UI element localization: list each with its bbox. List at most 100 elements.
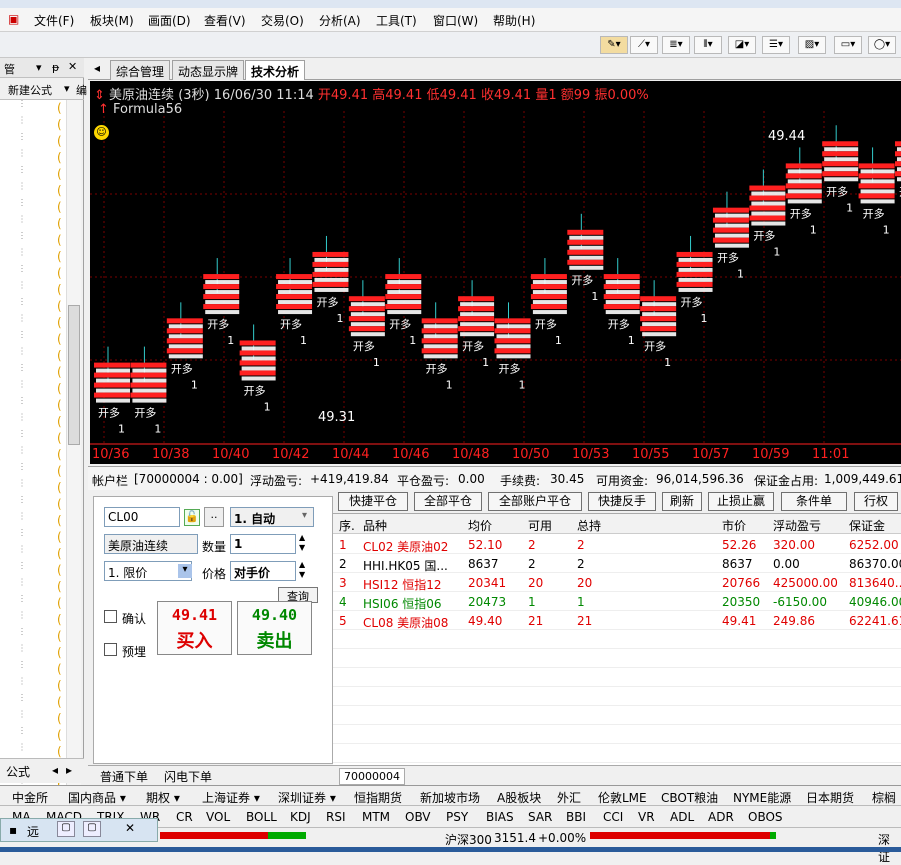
circle-tool-icon[interactable]: ◯▾	[868, 36, 896, 54]
new-formula-button[interactable]: 新建公式	[8, 82, 52, 98]
close-all-accounts-button[interactable]: 全部账户平仓	[488, 492, 582, 511]
indicator-tab[interactable]: OBV	[405, 810, 431, 824]
preorder-checkbox[interactable]	[104, 643, 117, 656]
conditional-order-button[interactable]: 条件单	[781, 492, 847, 511]
indicator-tab[interactable]: BBI	[566, 810, 586, 824]
chevron-down-icon[interactable]: ▾	[178, 564, 192, 578]
lock-icon[interactable]: 🔓	[184, 509, 200, 526]
confirm-checkbox[interactable]	[104, 610, 117, 623]
menu-window[interactable]: 窗口(W)	[433, 12, 478, 29]
menu-trade[interactable]: 交易(O)	[261, 12, 304, 29]
table-row[interactable]: 3 HSI12 恒指12 20341 20 20 20766 425000.00 813640…	[333, 574, 901, 592]
indicator-tab[interactable]: PSY	[446, 810, 468, 824]
tab-flash-order[interactable]: 闪电下单	[164, 768, 212, 785]
tab-normal-order[interactable]: 普通下单	[100, 768, 148, 785]
quick-reverse-button[interactable]: 快捷反手	[588, 492, 656, 511]
tab-scroll-left-icon[interactable]: ◂	[94, 61, 100, 75]
chevron-down-icon[interactable]: ▾	[64, 82, 70, 95]
quick-close-button[interactable]: 快捷平仓	[338, 492, 408, 511]
menu-file[interactable]: 文件(F)	[34, 12, 74, 29]
browse-button[interactable]: ..	[204, 507, 224, 527]
exercise-button[interactable]: 行权	[854, 492, 898, 511]
panel-dropdown-icon[interactable]: ▾	[36, 61, 42, 74]
code-input[interactable]: CL00	[104, 507, 180, 527]
sector-tab[interactable]: 外汇	[557, 789, 581, 806]
col-market-price[interactable]: 市价	[722, 517, 746, 534]
tab-next-icon[interactable]: ▸	[66, 763, 72, 777]
col-margin[interactable]: 保证金	[849, 517, 885, 534]
sector-tab[interactable]: CBOT粮油	[661, 789, 718, 806]
kline-chart[interactable]: 10/36 10/38 10/40 10/42 10/44 10/46 10/48 10/50…	[90, 81, 901, 464]
menu-sector[interactable]: 板块(M)	[90, 12, 134, 29]
indicator-tab[interactable]: SAR	[528, 810, 552, 824]
tab-prev-icon[interactable]: ◂	[52, 763, 58, 777]
menu-screen[interactable]: 画面(D)	[148, 12, 191, 29]
account-tab[interactable]: 70000004	[339, 768, 405, 785]
menu-view[interactable]: 查看(V)	[204, 12, 246, 29]
menu-analysis[interactable]: 分析(A)	[319, 12, 361, 29]
sector-tab[interactable]: 新加坡市场	[420, 789, 480, 806]
col-available[interactable]: 可用	[528, 517, 552, 534]
sector-tab[interactable]: 伦敦LME	[598, 789, 647, 806]
price-input[interactable]: 对手价	[230, 561, 296, 581]
close-icon[interactable]: ✕	[119, 821, 141, 837]
line-tool-icon[interactable]: ⟋▾	[630, 36, 658, 54]
tab-technical-analysis[interactable]: 技术分析	[245, 60, 306, 80]
indicator-tab[interactable]: VOL	[206, 810, 230, 824]
quantity-input[interactable]: 1	[230, 534, 296, 554]
indicator-tab[interactable]: CCI	[603, 810, 623, 824]
indicator-tab[interactable]: KDJ	[290, 810, 311, 824]
menu-help[interactable]: 帮助(H)	[493, 12, 535, 29]
col-avg-price[interactable]: 均价	[468, 517, 492, 534]
sector-tab[interactable]: A股板块	[497, 789, 541, 806]
sector-tab[interactable]: 国内商品 ▾	[68, 789, 126, 806]
price-stepper[interactable]: ▲ ▼	[299, 560, 305, 580]
sector-tab[interactable]: 日本期货	[806, 789, 854, 806]
refresh-button[interactable]: 刷新	[662, 492, 702, 511]
buy-button[interactable]: 49.41 买入	[157, 601, 232, 655]
edit-label[interactable]: 编	[76, 82, 87, 98]
formula-tree[interactable]: ((((((((((((((((((((((((((((((((((((((((…	[0, 100, 66, 790]
table-row[interactable]: 4 HSI06 恒指06 20473 1 1 20350 -6150.00 40946.00	[333, 593, 901, 611]
tab-overview[interactable]: 综合管理	[110, 60, 171, 80]
indicator-tab[interactable]: CR	[176, 810, 193, 824]
indicator-tab[interactable]: BOLL	[246, 810, 277, 824]
menu-tools[interactable]: 工具(T)	[376, 12, 417, 29]
list-tool-icon[interactable]: ≣▾	[662, 36, 690, 54]
tree-scrollbar[interactable]	[66, 100, 81, 790]
indicator-tab[interactable]: RSI	[326, 810, 346, 824]
pattern-tool-icon[interactable]: ▨▾	[798, 36, 826, 54]
rect-tool-icon[interactable]: ▭▾	[834, 36, 862, 54]
maximize-icon[interactable]: ▢	[83, 821, 101, 837]
restore-icon[interactable]: ▢	[57, 821, 75, 837]
scrollbar-thumb[interactable]	[68, 305, 80, 445]
channel-tool-icon[interactable]: ◪▾	[728, 36, 756, 54]
col-float-pnl[interactable]: 浮动盈亏	[773, 517, 821, 534]
sector-tab[interactable]: NYME能源	[733, 789, 791, 806]
bars-tool-icon[interactable]: ⦀▾	[694, 36, 722, 54]
quantity-stepper[interactable]: ▲ ▼	[299, 533, 305, 553]
close-icon[interactable]: ✕	[68, 60, 77, 73]
sector-tab[interactable]: 恒指期货	[354, 789, 402, 806]
sector-tab[interactable]: 上海证券 ▾	[202, 789, 260, 806]
table-row[interactable]: 1 CL02 美原油02 52.10 2 2 52.26 320.00 6252.00	[333, 536, 901, 554]
indicator-tab[interactable]: ADR	[708, 810, 734, 824]
sector-tab[interactable]: 期权 ▾	[146, 789, 180, 806]
pencil-icon[interactable]: ✎▾	[600, 36, 628, 54]
indicator-tab[interactable]: VR	[638, 810, 655, 824]
stop-loss-button[interactable]: 止损止赢	[708, 492, 774, 511]
fib-tool-icon[interactable]: ☰▾	[762, 36, 790, 54]
indicator-tab[interactable]: BIAS	[486, 810, 514, 824]
sector-tab[interactable]: 深圳证券 ▾	[278, 789, 336, 806]
indicator-tab[interactable]: OBOS	[748, 810, 783, 824]
table-row[interactable]: 5 CL08 美原油08 49.40 21 21 49.41 249.86 62241.61	[333, 612, 901, 630]
indicator-tab[interactable]: MTM	[362, 810, 390, 824]
sector-tab[interactable]: 中金所	[12, 789, 48, 806]
col-seq[interactable]: 序.	[339, 517, 355, 534]
table-row[interactable]: 2 HHI.HK05 国... 8637 2 2 8637 0.00 86370.00	[333, 555, 901, 573]
tab-dynamic-board[interactable]: 动态显示牌	[172, 60, 245, 80]
sell-button[interactable]: 49.40 卖出	[237, 601, 312, 655]
minimized-window[interactable]: ▪ 远 ▢ ▢ ✕	[0, 818, 158, 842]
formula-tab[interactable]: 公式	[6, 763, 30, 780]
col-symbol[interactable]: 品种	[363, 517, 387, 534]
